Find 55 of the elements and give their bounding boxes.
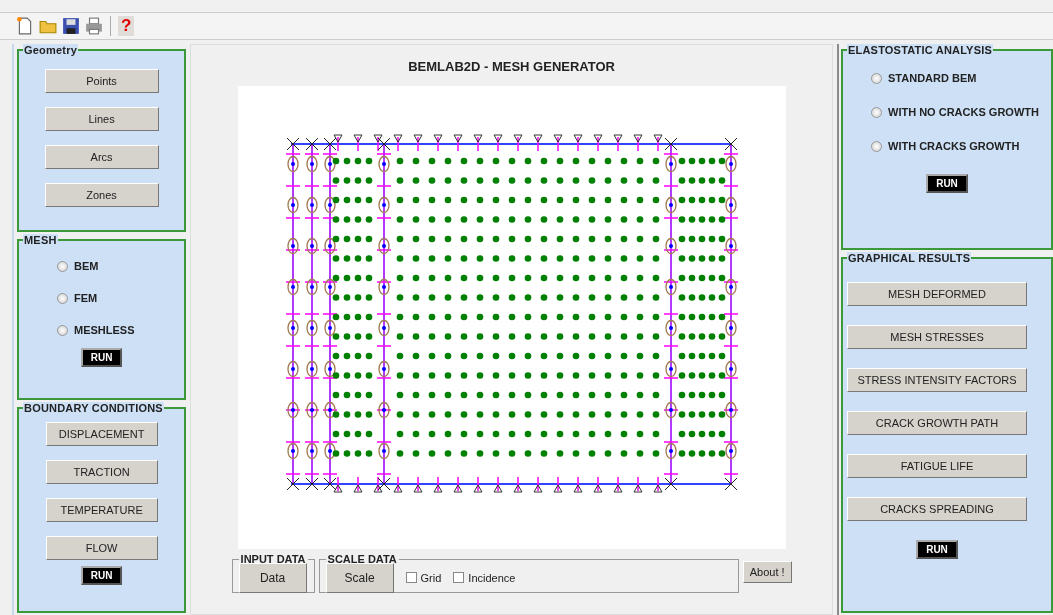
result-button[interactable]: STRESS INTENSITY FACTORS — [847, 368, 1027, 392]
radio-icon[interactable] — [871, 140, 882, 152]
checkbox[interactable] — [405, 572, 417, 583]
panel-title: SCALE DATA — [326, 553, 398, 565]
checkbox[interactable] — [453, 572, 465, 583]
radio-option[interactable]: BEM — [57, 260, 181, 272]
checkbox-option[interactable]: Grid — [405, 571, 442, 584]
panel-title: MESH — [23, 234, 58, 246]
condition-button[interactable]: TRACTION — [45, 460, 158, 484]
radio-label: MESHLESS — [74, 324, 135, 336]
run-button[interactable]: RUN — [80, 348, 123, 367]
result-button[interactable]: CRACKS SPREADING — [847, 497, 1027, 521]
condition-button[interactable]: FLOW — [45, 536, 158, 560]
about-button[interactable]: About ! — [742, 561, 792, 583]
radio-label: STANDARD BEM — [888, 72, 977, 84]
geometry-button[interactable]: Zones — [44, 183, 159, 207]
radio-option[interactable]: STANDARD BEM — [871, 72, 1047, 84]
help-button[interactable]: ? — [118, 16, 135, 36]
run-button[interactable]: RUN — [926, 174, 968, 193]
window-title: BEMLAB2D - MESH GENERATOR — [408, 59, 615, 74]
radio-label: WITH CRACKS GROWTH — [888, 140, 1020, 152]
run-button[interactable]: RUN — [80, 566, 123, 585]
condition-button[interactable]: DISPLACEMENT — [45, 422, 158, 446]
panel-title: BOUNDARY CONDITIONS — [23, 402, 164, 414]
result-button[interactable]: MESH DEFORMED — [847, 282, 1027, 306]
result-button[interactable]: CRACK GROWTH PATH — [847, 411, 1027, 435]
data-button[interactable]: Data — [238, 562, 307, 593]
radio-icon[interactable] — [871, 72, 882, 84]
radio-label: FEM — [74, 292, 98, 304]
geometry-button[interactable]: Lines — [44, 107, 159, 131]
panel-title: Geometry — [23, 44, 78, 56]
radio-icon[interactable] — [57, 324, 68, 336]
result-button[interactable]: MESH STRESSES — [847, 325, 1027, 349]
geometry-button[interactable]: Points — [44, 69, 159, 93]
radio-label: BEM — [74, 260, 99, 272]
printer-icon[interactable] — [85, 17, 103, 35]
condition-button[interactable]: TEMPERATURE — [45, 498, 158, 522]
radio-option[interactable]: FEM — [57, 292, 181, 304]
panel-title: GRAPHICAL RESULTS — [847, 252, 972, 264]
scale-button[interactable]: Scale — [325, 562, 394, 593]
radio-icon[interactable] — [57, 260, 68, 272]
result-button[interactable]: FATIGUE LIFE — [847, 454, 1027, 478]
checkbox-option[interactable]: Incidence — [453, 571, 516, 584]
radio-icon[interactable] — [57, 292, 68, 304]
radio-icon[interactable] — [871, 106, 882, 118]
run-button[interactable]: RUN — [916, 540, 958, 559]
radio-option[interactable]: WITH CRACKS GROWTH — [871, 140, 1047, 152]
panel-title: ELASTOSTATIC ANALYSIS — [847, 44, 993, 56]
geometry-button[interactable]: Arcs — [44, 145, 159, 169]
save-icon[interactable] — [62, 17, 80, 35]
checkbox-label: Incidence — [468, 571, 516, 584]
new-file-icon[interactable] — [16, 17, 34, 35]
checkbox-label: Grid — [420, 571, 442, 584]
radio-option[interactable]: MESHLESS — [57, 324, 181, 336]
panel-title: INPUT DATA — [239, 553, 307, 565]
